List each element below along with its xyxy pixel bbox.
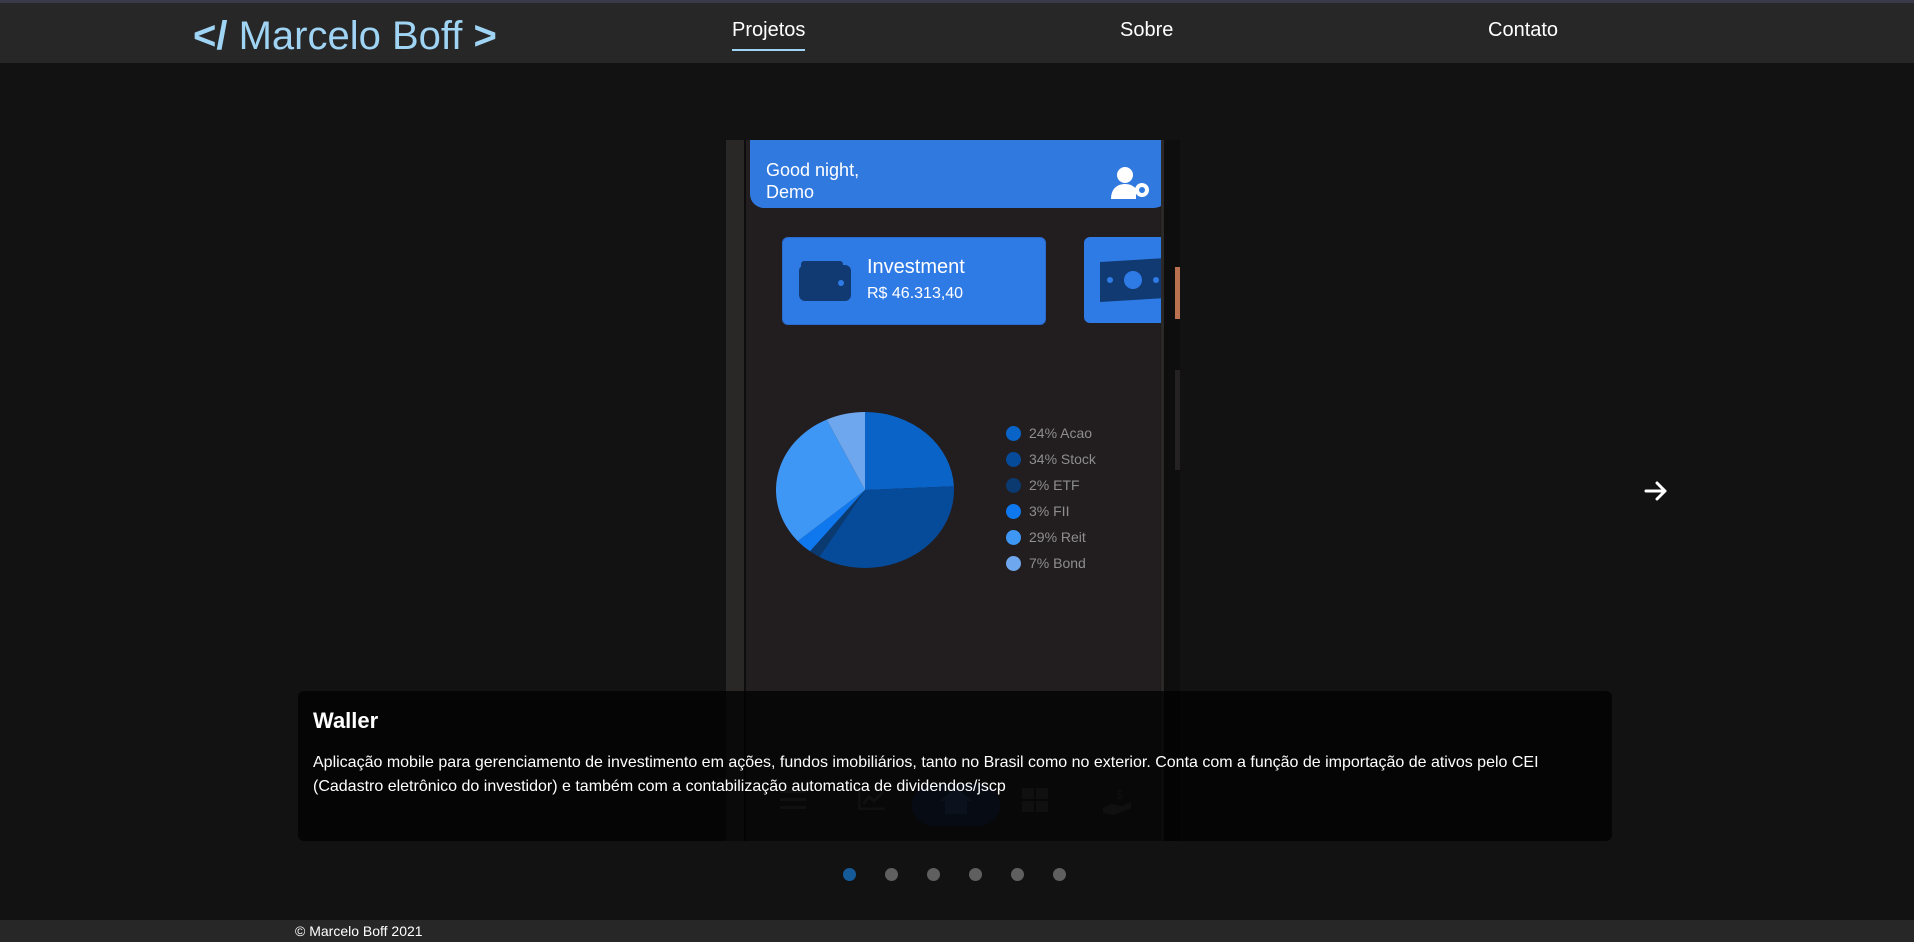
carousel-indicator-4[interactable]	[969, 868, 982, 881]
site-footer: © Marcelo Boff 2021	[0, 920, 1914, 942]
greeting-text: Good night, Demo	[766, 160, 860, 202]
legend-color-dot	[1006, 425, 1021, 441]
legend-label: 3% FII	[1029, 503, 1070, 519]
arrow-right-icon[interactable]	[1642, 479, 1670, 503]
carousel-indicator-1[interactable]	[843, 868, 856, 881]
legend-label: 29% Reit	[1029, 529, 1086, 545]
legend-item: 3% FII	[1006, 498, 1096, 524]
carousel-indicator-6[interactable]	[1053, 868, 1066, 881]
legend-label: 2% ETF	[1029, 477, 1080, 493]
legend-label: 34% Stock	[1029, 451, 1096, 467]
pie-legend: 24% Acao 34% Stock 2% ETF 3% FII 29% Rei…	[1006, 420, 1096, 576]
pie-slice-acao	[865, 412, 954, 490]
money-icon	[1100, 258, 1166, 302]
slide-caption: Waller Aplicação mobile para gerenciamen…	[298, 691, 1612, 841]
legend-label: 24% Acao	[1029, 425, 1093, 441]
legend-item: 2% ETF	[1006, 472, 1096, 498]
legend-item: 7% Bond	[1006, 550, 1096, 576]
investment-card-value: R$ 46.313,40	[867, 285, 964, 302]
nav-link-contato[interactable]: Contato	[1488, 17, 1558, 43]
investment-card-title: Investment	[867, 256, 965, 278]
site-logo[interactable]: </ Marcelo Boff >	[193, 11, 497, 61]
legend-label: 7% Bond	[1029, 555, 1086, 571]
slide-description: Aplicação mobile para gerenciamento de i…	[313, 754, 1539, 795]
carousel-indicator-2[interactable]	[885, 868, 898, 881]
legend-color-dot	[1006, 555, 1021, 571]
copyright-text: © Marcelo Boff 2021	[295, 923, 423, 939]
legend-item: 34% Stock	[1006, 446, 1096, 472]
nav-link-projetos[interactable]: Projetos	[732, 17, 806, 51]
legend-item: 29% Reit	[1006, 524, 1096, 550]
logo-name: Marcelo Boff	[238, 14, 463, 58]
user-gear-icon	[1111, 167, 1149, 199]
phone-side-button	[1175, 370, 1180, 470]
logo-close-bracket: >	[473, 14, 497, 58]
nav-link-sobre[interactable]: Sobre	[1120, 17, 1173, 43]
wallet-icon	[799, 261, 851, 301]
greeting-banner: Good night, Demo	[750, 140, 1168, 208]
logo-open-bracket: </	[193, 14, 228, 58]
site-header: </ Marcelo Boff > Projetos Sobre Contato	[0, 3, 1914, 63]
investment-card: Investment R$ 46.313,40	[782, 237, 1046, 325]
carousel-indicator-5[interactable]	[1011, 868, 1024, 881]
legend-color-dot	[1006, 477, 1021, 493]
portfolio-pie-chart	[776, 412, 954, 568]
slide-title: Waller	[313, 708, 379, 733]
legend-color-dot	[1006, 503, 1021, 519]
legend-color-dot	[1006, 529, 1021, 545]
phone-side-button	[1175, 267, 1180, 319]
carousel-indicator-3[interactable]	[927, 868, 940, 881]
legend-color-dot	[1006, 451, 1021, 467]
project-carousel: Good night, Demo Investment R$ 46.313,40	[298, 140, 1612, 841]
legend-item: 24% Acao	[1006, 420, 1096, 446]
